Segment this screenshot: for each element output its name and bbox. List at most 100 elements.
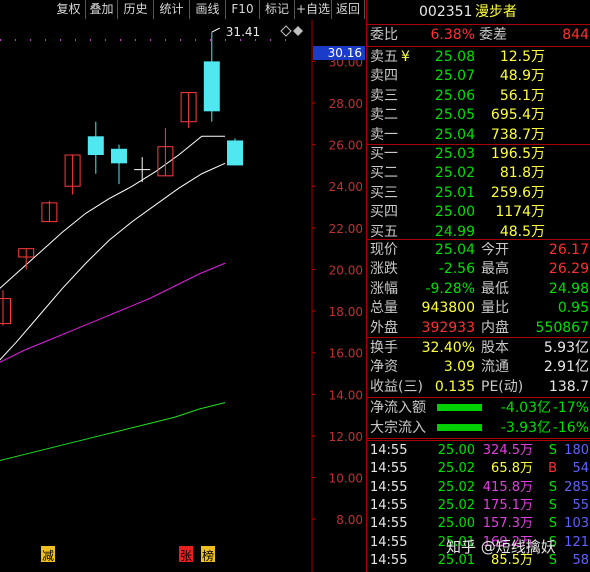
tick-volume: 324.5万 [482,443,533,458]
fund-label: 净资 [370,359,398,376]
tick-count: 285 [564,479,589,495]
ask-row[interactable]: 卖一 25.04 738.7万 [367,125,590,145]
y-tick-label: 20.00 [329,263,363,277]
tick-price: 25.02 [437,479,475,495]
toolbar-button-3[interactable]: 统计 [154,0,190,19]
toolbar-button-5[interactable]: F10 [226,0,260,19]
ask-row[interactable]: 卖三 25.06 56.1万 [367,86,590,106]
fund-value-2: 138.7 [548,378,589,395]
fund-row: 换手 32.40% 股本 5.93亿 [367,338,590,358]
tick-count: 58 [572,552,589,568]
ask-label: 卖五 [370,49,398,65]
bid-label: 买二 [370,165,398,182]
tick-volume: 415.8万 [482,479,533,495]
tick-count: 54 [572,461,589,477]
toolbar-button-8[interactable]: 返回 [332,0,365,19]
tick-side: S [548,516,557,532]
candle-body [227,140,243,166]
fund-row: 净资 3.09 流通 2.91亿 [367,357,590,377]
tick-count: 121 [564,534,589,550]
tick-time: 14:55 [370,461,408,477]
toolbar: 复权 叠加 历史 统计 画线 F10 标记 +自选 返回 [0,0,365,20]
ask-label: 卖三 [370,87,398,104]
quote-label-2: 最低 [481,280,509,297]
flow-row: 净流入额 -4.03亿 -17% [367,398,590,418]
tick-volume: 157.3万 [482,516,533,532]
toolbar-button-0[interactable]: 复权 [52,0,86,19]
tick-row[interactable]: 14:55 25.02 415.8万 S 285 [367,478,590,498]
tick-row[interactable]: 14:55 25.00 157.3万 S 103 [367,514,590,534]
fund-value: 32.40% [421,340,475,356]
order-diff-value: 844 [562,27,589,43]
bid-volume: 1174万 [495,204,545,221]
fund-label: 收益(三) [370,378,423,395]
flow-value: -3.93亿 [500,420,551,436]
tick-row[interactable]: 14:55 25.00 324.5万 S 180 [367,441,590,461]
bid-price: 25.03 [434,146,475,162]
tick-time: 14:55 [370,552,408,568]
kline-chart[interactable]: 30.00 28.00 26.00 24.00 22.00 20.00 18.00 16.00… [0,20,365,572]
event-marker: 榜 [202,548,214,563]
toolbar-button-2[interactable]: 历史 [118,0,154,19]
quote-value-2: 26.17 [548,242,589,258]
y-tick-label: 28.00 [329,97,363,111]
tick-price: 25.02 [437,497,475,513]
stock-header: 002351 漫步者 [367,2,590,22]
quote-value-2: 0.95 [557,300,589,317]
quote-label: 现价 [370,242,398,258]
quote-value-2: 26.29 [548,261,589,278]
flow-bar [437,424,482,431]
bid-price: 25.00 [434,204,475,221]
bid-row[interactable]: 买一 25.03 196.5万 [367,144,590,164]
bid-volume: 81.8万 [499,165,545,182]
quote-label-2: 今开 [481,242,509,258]
current-price-tag: 30.16 [328,46,362,60]
flow-bar [437,404,482,411]
candle-body [203,61,220,112]
toolbar-button-7[interactable]: +自选 [295,0,332,19]
y-tick-label: 10.00 [329,472,363,486]
ask-label: 卖一 [370,126,398,143]
quote-label: 外盘 [370,319,398,336]
ma-line [0,262,226,363]
y-tick-label: 8.00 [336,513,363,527]
quote-label: 总量 [370,300,398,317]
high-label: 31.41 [226,25,260,39]
tick-volume: 175.1万 [482,497,533,513]
ask-row[interactable]: 卖五 ¥25.08 12.5万 [367,47,590,67]
event-marker: 张 [180,549,192,563]
tick-time: 14:55 [370,443,408,458]
bid-label: 买一 [370,146,398,162]
tick-row[interactable]: 14:55 25.02 175.1万 S 55 [367,496,590,516]
bid-price: 25.01 [434,184,475,201]
diamond-icon [280,25,292,37]
quote-panel: 002351 漫步者 委比 6.38% 委差 844 卖五 ¥25.08 12.5万… [366,0,590,572]
fund-value-2: 5.93亿 [543,340,589,356]
bid-row[interactable]: 买三 25.01 259.6万 [367,183,590,203]
toolbar-button-6[interactable]: 标记 [260,0,295,19]
bid-row[interactable]: 买二 25.02 81.8万 [367,163,590,183]
bid-label: 买四 [370,204,398,221]
ask-price: 25.05 [434,107,475,124]
ask-row[interactable]: 卖二 25.05 695.4万 [367,105,590,125]
tick-price: 25.00 [437,443,475,458]
ask-mark: ¥ [401,49,410,65]
toolbar-button-4[interactable]: 画线 [190,0,226,19]
tick-row[interactable]: 14:55 25.02 65.8万 B 54 [367,459,590,479]
flow-row: 大宗流入 -3.93亿 -16% [367,418,590,438]
quote-value-2: 550867 [535,319,589,336]
quote-label-2: 量比 [481,300,509,317]
quote-value: 943800 [421,300,475,317]
quote-label-2: 最高 [481,261,509,278]
ask-row[interactable]: 卖四 25.07 48.9万 [367,66,590,86]
quote-value: 25.04 [434,242,475,258]
toolbar-button-1[interactable]: 叠加 [86,0,118,19]
ask-volume: 56.1万 [499,87,545,104]
fund-label-2: PE(动) [481,378,524,395]
bid-row[interactable]: 买四 25.00 1174万 [367,202,590,222]
order-ratio-value: 6.38% [430,27,475,43]
quote-value-2: 24.98 [548,280,589,297]
tick-count: 103 [564,516,589,532]
tick-price: 25.00 [437,516,475,532]
candle-body [0,298,11,325]
